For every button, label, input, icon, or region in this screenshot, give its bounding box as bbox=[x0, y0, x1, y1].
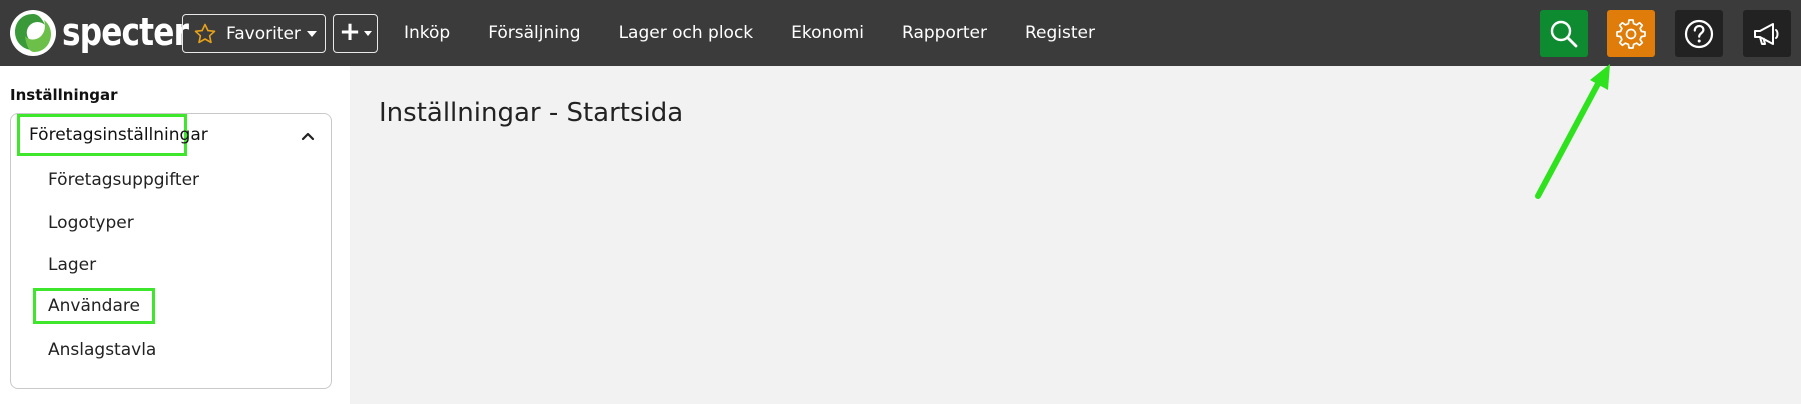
sidebar-item-anvandare[interactable]: Användare bbox=[33, 288, 155, 324]
sidebar-item-logotyper[interactable]: Logotyper bbox=[48, 213, 134, 233]
sidebar-item-anslagstavla[interactable]: Anslagstavla bbox=[48, 340, 156, 360]
page-title: Inställningar - Startsida bbox=[379, 98, 684, 128]
help-icon bbox=[1684, 19, 1714, 48]
chevron-down-icon bbox=[306, 30, 317, 37]
megaphone-icon bbox=[1754, 22, 1779, 45]
settings-section-panel: Företagsinställningar Företagsuppgifter … bbox=[10, 113, 332, 389]
section-toggle-foretagsinstallningar[interactable]: Företagsinställningar bbox=[17, 114, 208, 156]
plus-icon: + bbox=[339, 17, 361, 47]
chevron-down-icon bbox=[363, 31, 372, 36]
favorites-label: Favoriter bbox=[226, 23, 301, 44]
favorites-dropdown-button[interactable]: Favoriter bbox=[182, 14, 326, 53]
announcements-button[interactable] bbox=[1743, 10, 1791, 57]
nav-item-ekonomi[interactable]: Ekonomi bbox=[791, 23, 864, 43]
gear-icon bbox=[1616, 18, 1646, 49]
chevron-up-icon[interactable] bbox=[301, 131, 315, 141]
sidebar-item-lager[interactable]: Lager bbox=[48, 255, 96, 275]
search-button[interactable] bbox=[1540, 10, 1588, 57]
sidebar-item-foretagsuppgifter[interactable]: Företagsuppgifter bbox=[48, 170, 199, 190]
logo-text: specter bbox=[62, 10, 189, 54]
nav-item-register[interactable]: Register bbox=[1025, 23, 1095, 43]
nav-item-lager-och-plock[interactable]: Lager och plock bbox=[619, 23, 754, 43]
sidebar-heading: Inställningar bbox=[10, 86, 118, 104]
annotation-arrow bbox=[1535, 64, 1610, 199]
search-icon bbox=[1550, 20, 1578, 47]
main-nav: Inköp Försäljning Lager och plock Ekonom… bbox=[404, 0, 1133, 66]
specter-logo[interactable]: specter bbox=[8, 8, 189, 58]
nav-item-inkop[interactable]: Inköp bbox=[404, 23, 450, 43]
settings-sidebar: Inställningar Företagsinställningar Före… bbox=[0, 66, 350, 404]
settings-button[interactable] bbox=[1607, 10, 1655, 57]
specter-logo-icon bbox=[10, 10, 56, 56]
add-new-dropdown-button[interactable]: + bbox=[333, 14, 378, 53]
nav-item-rapporter[interactable]: Rapporter bbox=[902, 23, 987, 43]
help-button[interactable] bbox=[1675, 10, 1723, 57]
star-icon bbox=[194, 23, 216, 43]
nav-item-forsaljning[interactable]: Försäljning bbox=[488, 23, 580, 43]
top-navigation-bar: specter Favoriter + Inköp Försäljning La… bbox=[0, 0, 1801, 66]
